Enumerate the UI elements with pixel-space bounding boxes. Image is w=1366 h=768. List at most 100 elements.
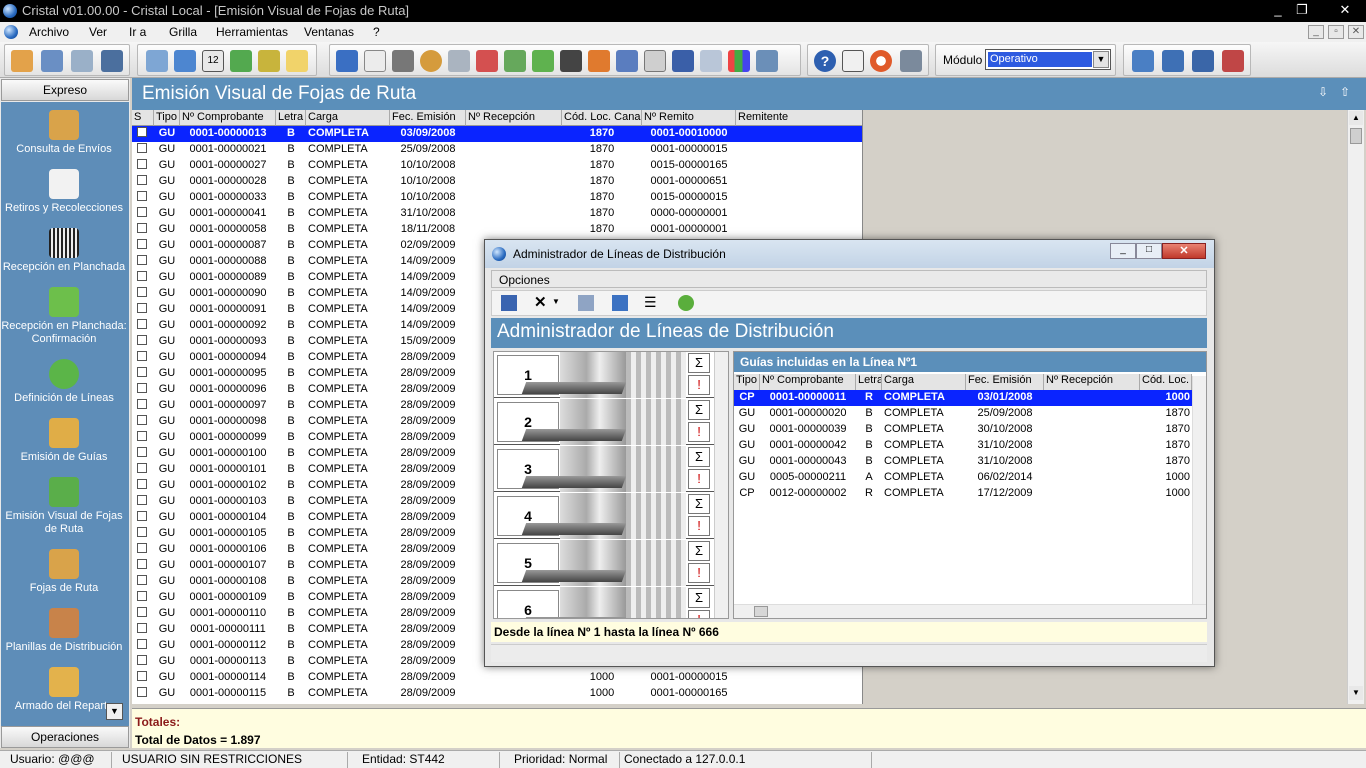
mdi-app-icon[interactable] — [4, 25, 18, 39]
hscroll-thumb[interactable] — [754, 606, 768, 617]
row-checkbox[interactable] — [137, 415, 147, 425]
notes-icon[interactable] — [842, 50, 864, 72]
table-row[interactable]: GU 0001-00000033 B COMPLETA 10/10/2008 1870 00… — [132, 190, 862, 206]
sidebar-item-consulta-envios[interactable]: Consulta de Envíos — [0, 110, 128, 156]
table-row[interactable]: GU 0001-00000013 B COMPLETA 03/09/2008 1870 00… — [132, 126, 862, 142]
guias-column-header[interactable]: Nº Comprobante — [760, 374, 856, 390]
menu-grilla[interactable]: Grilla — [169, 25, 197, 39]
row-checkbox[interactable] — [137, 271, 147, 281]
lines-scrollbar[interactable] — [714, 352, 728, 618]
line-item[interactable]: 3 Σ! — [494, 446, 714, 492]
guias-table-row[interactable]: GU 0001-00000020 B COMPLETA 25/09/2008 1870 — [734, 406, 1192, 422]
row-checkbox[interactable] — [137, 191, 147, 201]
users-icon[interactable] — [11, 50, 33, 72]
row-checkbox[interactable] — [137, 287, 147, 297]
row-checkbox[interactable] — [137, 559, 147, 569]
row-checkbox[interactable] — [137, 303, 147, 313]
exchange-icon[interactable] — [258, 50, 280, 72]
document-icon[interactable] — [364, 50, 386, 72]
layout-close-icon[interactable] — [1222, 50, 1244, 72]
row-checkbox[interactable] — [137, 447, 147, 457]
sum-button[interactable]: Σ — [688, 400, 710, 420]
table-row[interactable]: GU 0001-00000041 B COMPLETA 31/10/2008 1870 00… — [132, 206, 862, 222]
row-checkbox[interactable] — [137, 255, 147, 265]
row-checkbox[interactable] — [137, 479, 147, 489]
column-header[interactable]: Nº Comprobante — [180, 110, 276, 126]
dialog-maximize-button[interactable]: □ — [1136, 243, 1162, 259]
layout-single-icon[interactable] — [1132, 50, 1154, 72]
sum-button[interactable]: Σ — [688, 588, 710, 608]
guias-table-row[interactable]: GU 0001-00000039 B COMPLETA 30/10/2008 1870 — [734, 422, 1192, 438]
print-icon[interactable] — [392, 50, 414, 72]
guias-table-row[interactable]: CP 0012-00000002 R COMPLETA 17/12/2009 1000 — [734, 486, 1192, 502]
search-icon[interactable] — [420, 50, 442, 72]
chart-icon[interactable] — [728, 50, 750, 72]
column-header[interactable]: Remitente — [736, 110, 862, 126]
line-item[interactable]: 5 Σ! — [494, 540, 714, 586]
row-checkbox[interactable] — [137, 175, 147, 185]
chevron-down-icon[interactable]: ▼ — [552, 297, 560, 306]
export-icon[interactable] — [588, 50, 610, 72]
table-row[interactable]: GU 0001-00000028 B COMPLETA 10/10/2008 1870 00… — [132, 174, 862, 190]
calculator-icon[interactable] — [146, 50, 168, 72]
row-checkbox[interactable] — [137, 655, 147, 665]
scroll-thumb[interactable] — [1350, 128, 1362, 144]
guias-table-row[interactable]: GU 0001-00000042 B COMPLETA 31/10/2008 1870 — [734, 438, 1192, 454]
sidebar-expreso-header[interactable]: Expreso — [1, 79, 129, 101]
sidebar-item-definicion-lineas[interactable]: Definición de Líneas — [0, 359, 128, 405]
note-icon[interactable] — [286, 50, 308, 72]
dialog-close-button[interactable]: ✕ — [1162, 243, 1206, 259]
guias-column-header[interactable]: Carga — [882, 374, 966, 390]
row-checkbox[interactable] — [137, 591, 147, 601]
table-row[interactable]: GU 0001-00000058 B COMPLETA 18/11/2008 1870 00… — [132, 222, 862, 238]
mdi-minimize-button[interactable]: _ — [1308, 25, 1324, 39]
sum-button[interactable]: Σ — [688, 541, 710, 561]
line-item[interactable]: 2 Σ! — [494, 399, 714, 445]
column-header[interactable]: Nº Recepción — [466, 110, 562, 126]
line-item[interactable]: 1 Σ! — [494, 352, 714, 398]
sidebar-item-recepcion[interactable]: Recepción en Planchada — [0, 228, 128, 274]
guias-table-row[interactable]: GU 0001-00000043 B COMPLETA 31/10/2008 1870 — [734, 454, 1192, 470]
filter-apply-icon[interactable] — [532, 50, 554, 72]
menu-help[interactable]: ? — [373, 25, 380, 39]
guias-column-header[interactable]: Cód. Loc. — [1140, 374, 1192, 390]
table-row[interactable]: GU 0001-00000027 B COMPLETA 10/10/2008 1870 00… — [132, 158, 862, 174]
row-checkbox[interactable] — [137, 399, 147, 409]
column-header[interactable]: Tipo — [154, 110, 180, 126]
transfer-icon[interactable] — [612, 295, 628, 311]
sidebar-operaciones-header[interactable]: Operaciones — [1, 726, 129, 748]
row-checkbox[interactable] — [137, 351, 147, 361]
row-checkbox[interactable] — [137, 527, 147, 537]
row-checkbox[interactable] — [137, 159, 147, 169]
dialog-menu-opciones[interactable]: Opciones — [499, 273, 550, 287]
move-lines-icon[interactable] — [578, 295, 594, 311]
row-checkbox[interactable] — [137, 367, 147, 377]
alert-document-icon[interactable]: ! — [688, 469, 710, 489]
grid-add-icon[interactable] — [756, 50, 778, 72]
sidebar-item-planillas[interactable]: Planillas de Distribución — [0, 608, 128, 654]
dialog-minimize-button[interactable]: _ — [1110, 243, 1136, 259]
line-item[interactable]: 4 Σ! — [494, 493, 714, 539]
row-checkbox[interactable] — [137, 239, 147, 249]
save-icon[interactable] — [501, 295, 517, 311]
row-checkbox[interactable] — [137, 607, 147, 617]
minimize-button[interactable]: _ — [1266, 1, 1290, 19]
row-checkbox[interactable] — [137, 687, 147, 697]
filter-add-icon[interactable] — [504, 50, 526, 72]
window-icon[interactable] — [41, 50, 63, 72]
menu-archivo[interactable]: Archivo — [29, 25, 69, 39]
guias-column-header[interactable]: Tipo — [734, 374, 760, 390]
column-header[interactable]: S — [132, 110, 154, 126]
sidebar-item-fojas-ruta[interactable]: Fojas de Ruta — [0, 549, 128, 595]
maximize-button[interactable]: ❐ — [1290, 1, 1314, 19]
row-checkbox[interactable] — [137, 383, 147, 393]
guias-column-header[interactable]: Letra — [856, 374, 882, 390]
mdi-restore-button[interactable]: ▫ — [1328, 25, 1344, 39]
table-row[interactable]: GU 0001-00000115 B COMPLETA 28/09/2009 1000 00… — [132, 686, 862, 702]
scroll-down-arrow[interactable]: ▼ — [1349, 686, 1363, 700]
main-vertical-scrollbar[interactable]: ▲ ▼ — [1347, 110, 1364, 704]
mdi-close-button[interactable]: ✕ — [1348, 25, 1364, 39]
scroll-up-arrow[interactable]: ▲ — [1349, 111, 1363, 125]
row-checkbox[interactable] — [137, 575, 147, 585]
monitor-icon[interactable] — [101, 50, 123, 72]
